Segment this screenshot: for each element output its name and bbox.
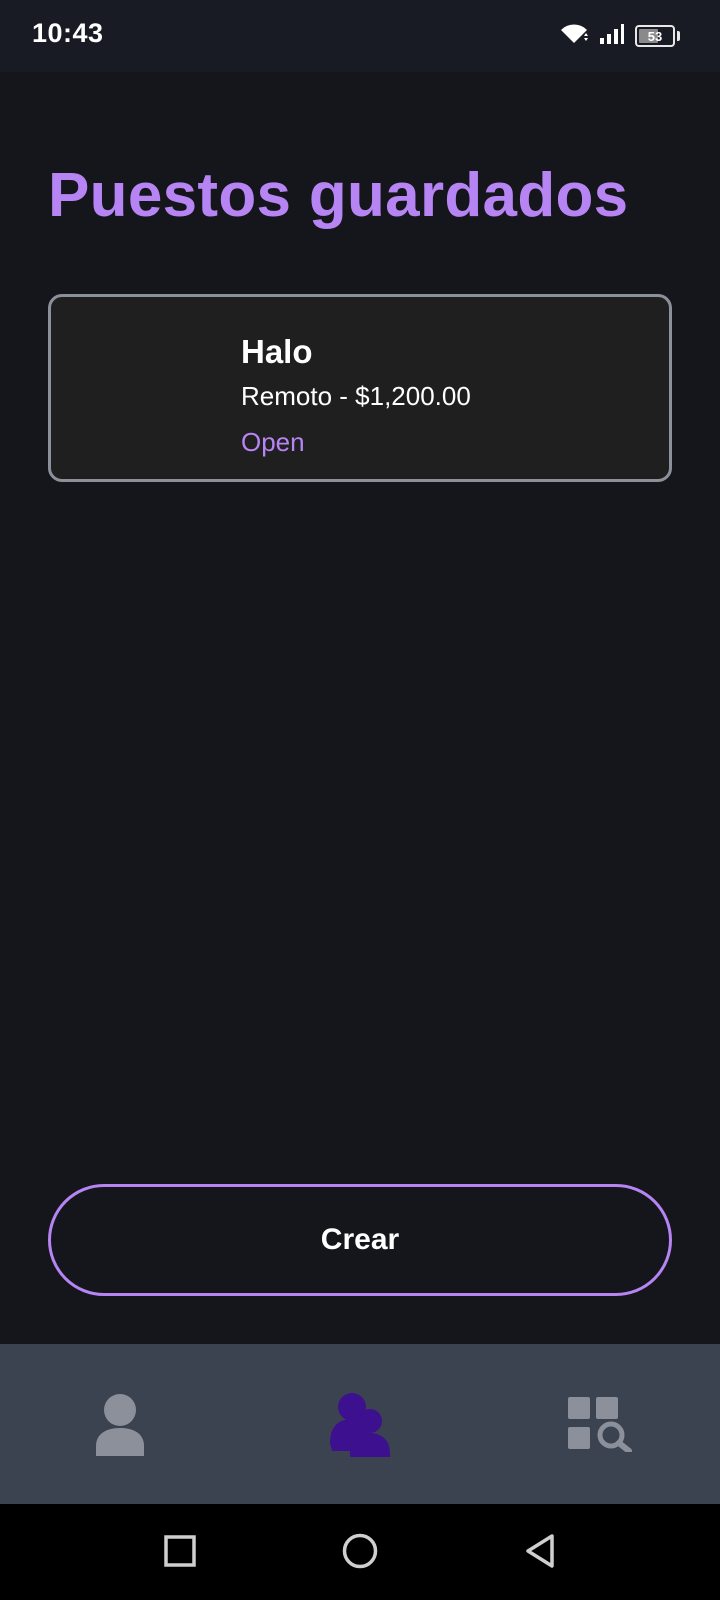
signal-icon bbox=[599, 23, 625, 50]
create-button[interactable]: Crear bbox=[48, 1184, 672, 1296]
profile-icon bbox=[94, 1392, 146, 1456]
back-button[interactable] bbox=[510, 1528, 570, 1578]
job-status: Open bbox=[241, 427, 305, 457]
nav-item-search[interactable] bbox=[480, 1344, 720, 1504]
job-location-salary: Remoto - $1,200.00 bbox=[241, 381, 471, 411]
home-icon bbox=[342, 1533, 378, 1574]
job-title: Halo bbox=[241, 333, 313, 370]
status-icons: 53 bbox=[559, 22, 680, 50]
people-icon bbox=[328, 1391, 392, 1457]
bottom-nav bbox=[0, 1344, 720, 1504]
nav-item-people[interactable] bbox=[240, 1344, 480, 1504]
page-title: Puestos guardados bbox=[48, 161, 629, 230]
battery-tip bbox=[677, 31, 680, 41]
battery-level: 53 bbox=[647, 28, 663, 44]
wifi-icon bbox=[559, 23, 589, 50]
status-bar: 10:43 53 bbox=[0, 0, 720, 72]
recents-icon bbox=[164, 1534, 196, 1572]
nav-item-profile[interactable] bbox=[0, 1344, 240, 1504]
battery-icon: 53 bbox=[635, 25, 675, 47]
status-time: 10:43 bbox=[32, 18, 104, 48]
system-nav bbox=[0, 1504, 720, 1600]
job-card[interactable]: Halo Remoto - $1,200.00 Open bbox=[48, 294, 672, 482]
home-button[interactable] bbox=[330, 1528, 390, 1578]
recents-button[interactable] bbox=[150, 1528, 210, 1578]
screen: 10:43 53 Puestos guardados Halo Remoto -… bbox=[0, 0, 720, 1600]
search-grid-icon bbox=[567, 1396, 633, 1452]
back-icon bbox=[524, 1533, 556, 1574]
